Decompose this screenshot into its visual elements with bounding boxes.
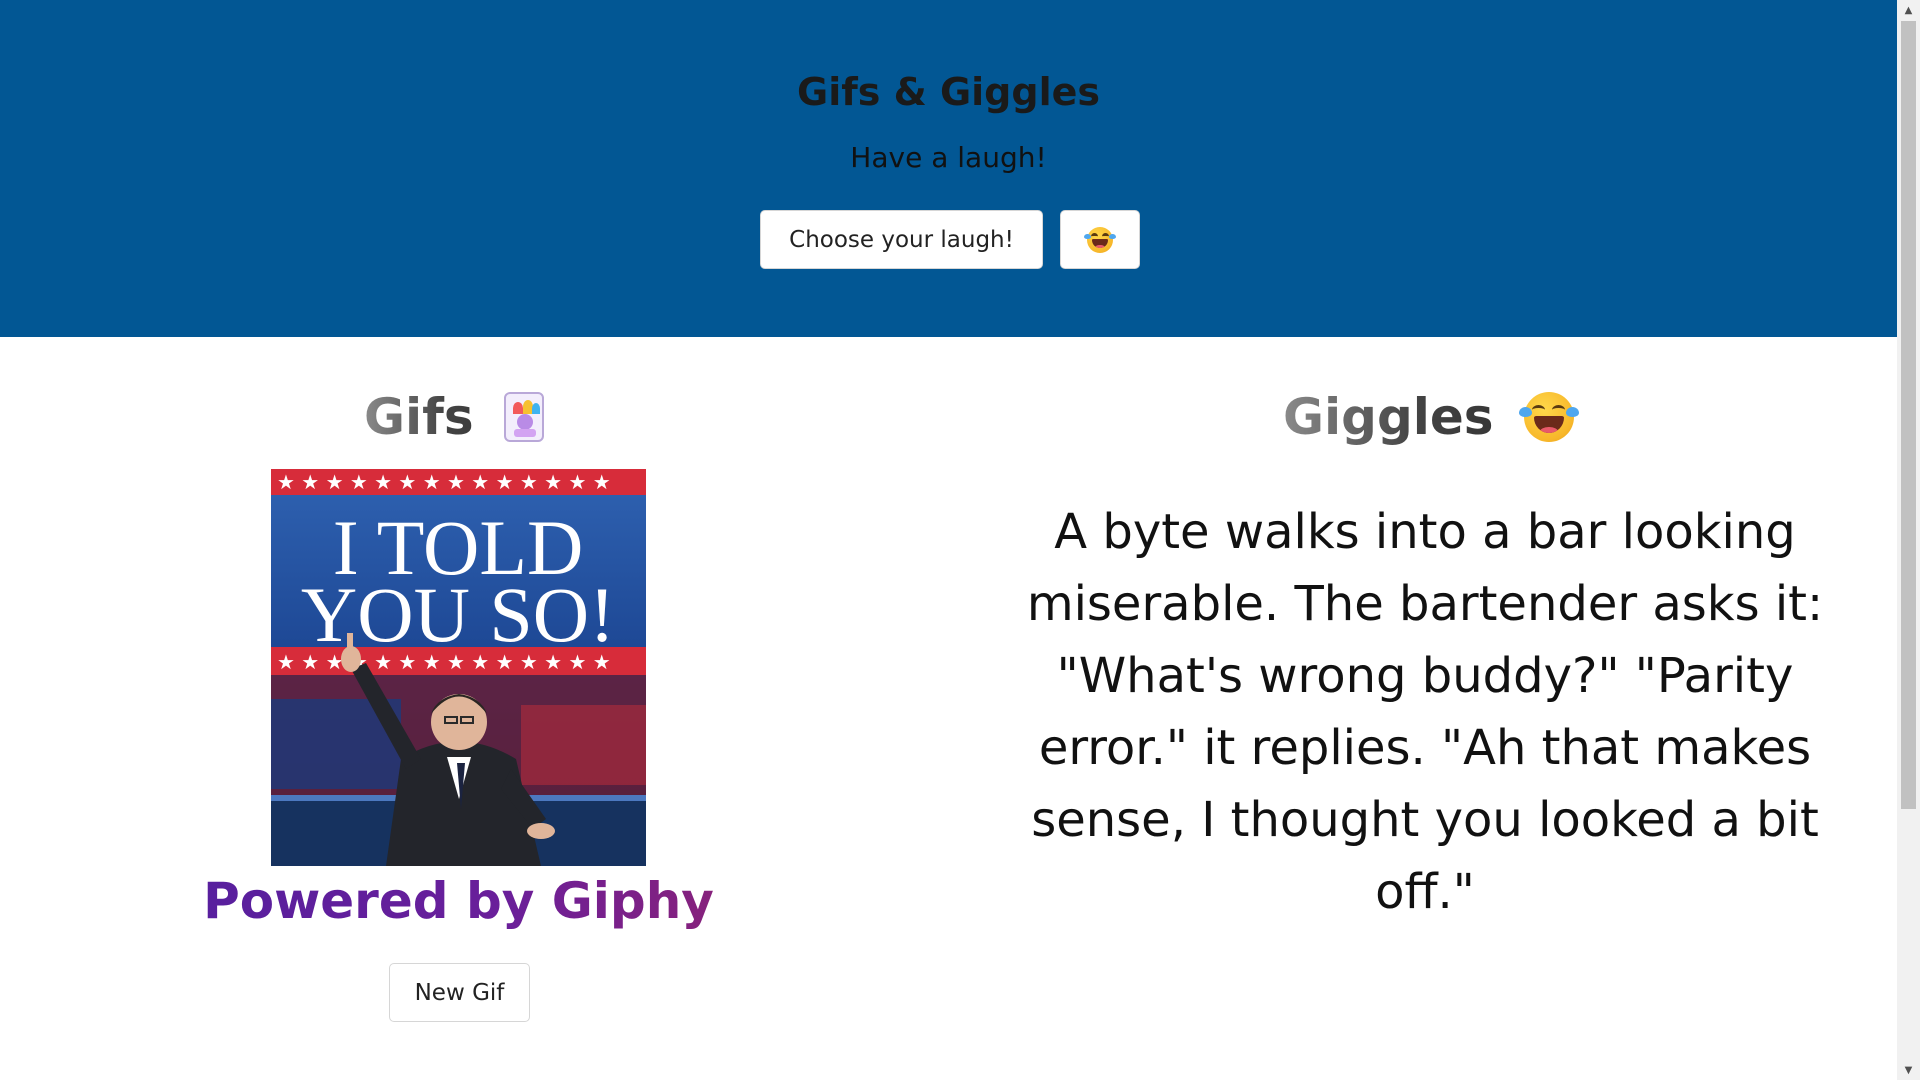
page: Gifs & Giggles Have a laugh! Choose your… — [0, 0, 1920, 1080]
laughing-emoji-icon — [1084, 226, 1116, 253]
laughing-emoji-icon — [1518, 392, 1579, 442]
powered-by-giphy: Powered by Giphy — [0, 872, 917, 930]
joke-text: A byte walks into a bar looking miserabl… — [1026, 504, 1824, 920]
svg-text:★ ★ ★ ★ ★ ★ ★ ★ ★ ★ ★ ★ ★ ★: ★ ★ ★ ★ ★ ★ ★ ★ ★ ★ ★ ★ ★ ★ — [277, 470, 611, 494]
gif-image: ★ ★ ★ ★ ★ ★ ★ ★ ★ ★ ★ ★ ★ ★ I TOLD YOU S… — [271, 469, 646, 866]
scroll-down-arrow-icon[interactable]: ▼ — [1897, 1060, 1920, 1080]
giggles-heading-label: Giggles — [1283, 388, 1494, 446]
emoji-laugh-button[interactable] — [1060, 210, 1140, 269]
hero-header: Gifs & Giggles Have a laugh! Choose your… — [0, 0, 1897, 337]
vertical-scrollbar[interactable]: ▲ ▼ — [1897, 0, 1920, 1080]
page-title: Gifs & Giggles — [797, 70, 1100, 114]
page-subtitle: Have a laugh! — [850, 141, 1047, 174]
gifs-heading-label: Gifs — [364, 388, 474, 446]
jester-icon — [503, 392, 544, 442]
giggles-heading: Giggles — [1283, 388, 1579, 446]
new-gif-button[interactable]: New Gif — [389, 963, 530, 1022]
choose-laugh-button[interactable]: Choose your laugh! — [760, 210, 1043, 269]
new-gif-wrapper: New Gif — [389, 963, 530, 1022]
gifs-heading: Gifs — [364, 388, 544, 446]
hero-button-group: Choose your laugh! — [0, 210, 1897, 269]
scrollbar-thumb[interactable] — [1901, 21, 1916, 809]
svg-text:★ ★ ★ ★ ★ ★ ★ ★ ★ ★ ★ ★ ★ ★: ★ ★ ★ ★ ★ ★ ★ ★ ★ ★ ★ ★ ★ ★ — [277, 650, 611, 674]
scroll-up-arrow-icon[interactable]: ▲ — [1897, 0, 1920, 20]
